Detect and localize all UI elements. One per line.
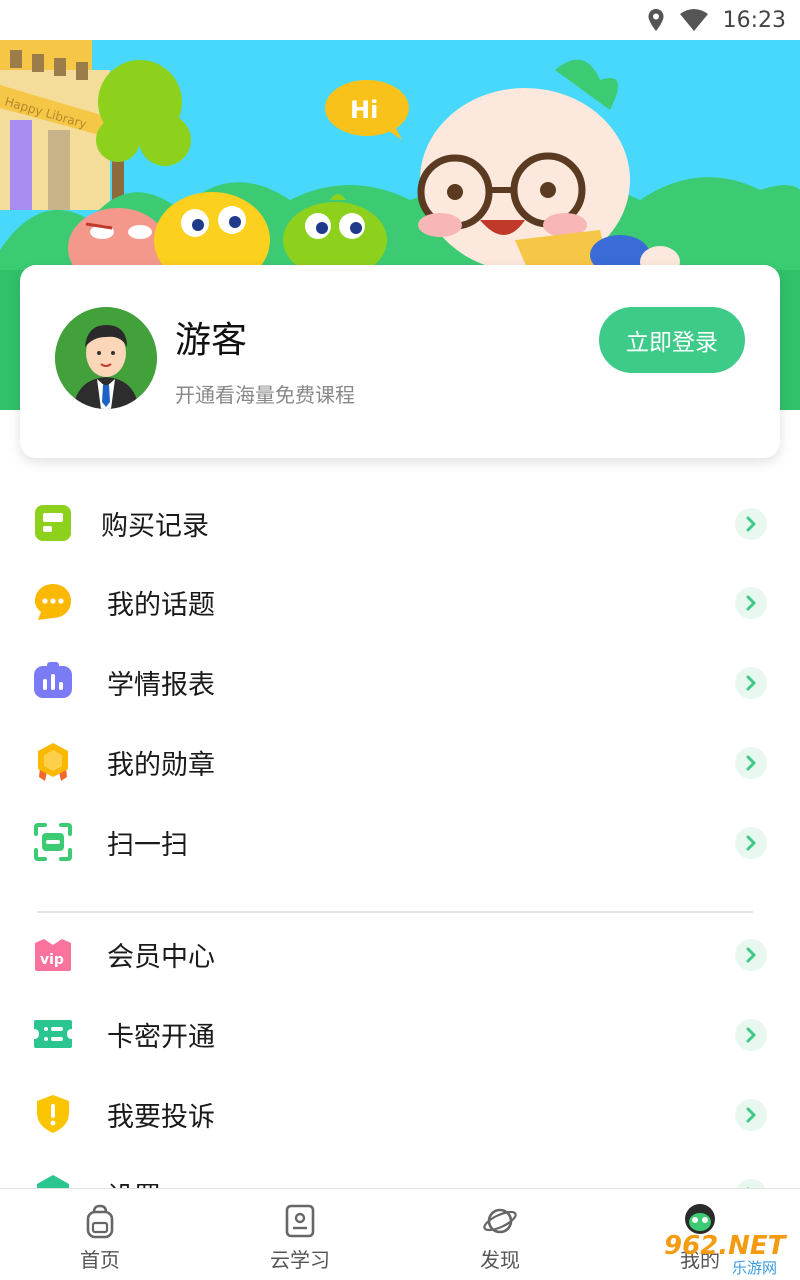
location-icon [648, 9, 664, 31]
nav-label: 云学习 [270, 1248, 330, 1272]
svg-text:乐游网: 乐游网 [732, 1259, 777, 1276]
menu-label: 学情报表 [107, 670, 215, 701]
menu-label: 购买记录 [101, 511, 209, 542]
scan-icon [34, 823, 72, 861]
cloud-study-icon [285, 1204, 315, 1238]
menu-item-vip-center[interactable]: vip 会员中心 [0, 913, 800, 993]
purchase-record-icon [35, 505, 71, 541]
menu-item-scan[interactable]: 扫一扫 [0, 801, 800, 881]
menu-item-my-medals[interactable]: 我的勋章 [0, 721, 800, 801]
menu-item-purchase-record[interactable]: 购买记录 [0, 482, 800, 562]
wifi-icon [679, 9, 708, 31]
svg-text:962.NET: 962.NET [664, 1231, 788, 1261]
vip-icon: vip [35, 939, 71, 971]
menu-label: 卡密开通 [107, 1022, 215, 1053]
chevron-right-icon [735, 1099, 767, 1131]
medal-icon [38, 743, 68, 781]
profile-subtitle: 开通看海量免费课程 [175, 383, 355, 407]
chevron-right-icon [735, 747, 767, 779]
chevron-right-icon [735, 508, 767, 540]
chevron-right-icon [735, 1019, 767, 1051]
menu-label: 我的勋章 [107, 750, 215, 781]
backpack-home-icon [86, 1204, 114, 1239]
chevron-right-icon [735, 939, 767, 971]
chevron-right-icon [735, 667, 767, 699]
svg-text:vip: vip [40, 952, 64, 968]
planet-discover-icon [483, 1208, 517, 1234]
login-button[interactable]: 立即登录 [599, 307, 745, 373]
report-chart-icon [34, 662, 72, 698]
avatar[interactable] [55, 307, 157, 409]
card-ticket-icon [34, 1020, 72, 1048]
menu-item-complaint[interactable]: 我要投诉 [0, 1073, 800, 1153]
complaint-shield-icon [37, 1095, 69, 1133]
topic-chat-icon [35, 584, 71, 620]
status-time: 16:23 [722, 7, 786, 33]
nav-label: 首页 [80, 1248, 120, 1272]
nav-discover[interactable]: 发现 [400, 1189, 600, 1280]
svg-text:Hi: Hi [350, 96, 378, 124]
menu-label: 我要投诉 [107, 1102, 215, 1133]
watermark-logo: 962.NET 乐游网 [664, 1231, 788, 1277]
profile-card: 游客 开通看海量免费课程 立即登录 [20, 265, 780, 458]
status-bar: 16:23 [0, 0, 800, 40]
chevron-right-icon [735, 827, 767, 859]
menu-label: 扫一扫 [107, 830, 188, 861]
menu-item-my-topics[interactable]: 我的话题 [0, 561, 800, 641]
menu-label: 会员中心 [107, 942, 215, 973]
menu-item-card-activation[interactable]: 卡密开通 [0, 993, 800, 1073]
nav-home[interactable]: 首页 [0, 1189, 200, 1280]
username: 游客 [175, 320, 248, 361]
user-avatar-icon [55, 307, 157, 409]
site-watermark: 962.NET 乐游网 [660, 1228, 798, 1277]
menu-item-study-report[interactable]: 学情报表 [0, 641, 800, 721]
chevron-right-icon [735, 587, 767, 619]
menu-label: 我的话题 [107, 590, 215, 621]
nav-cloud-study[interactable]: 云学习 [200, 1189, 400, 1280]
nav-label: 发现 [480, 1248, 520, 1272]
